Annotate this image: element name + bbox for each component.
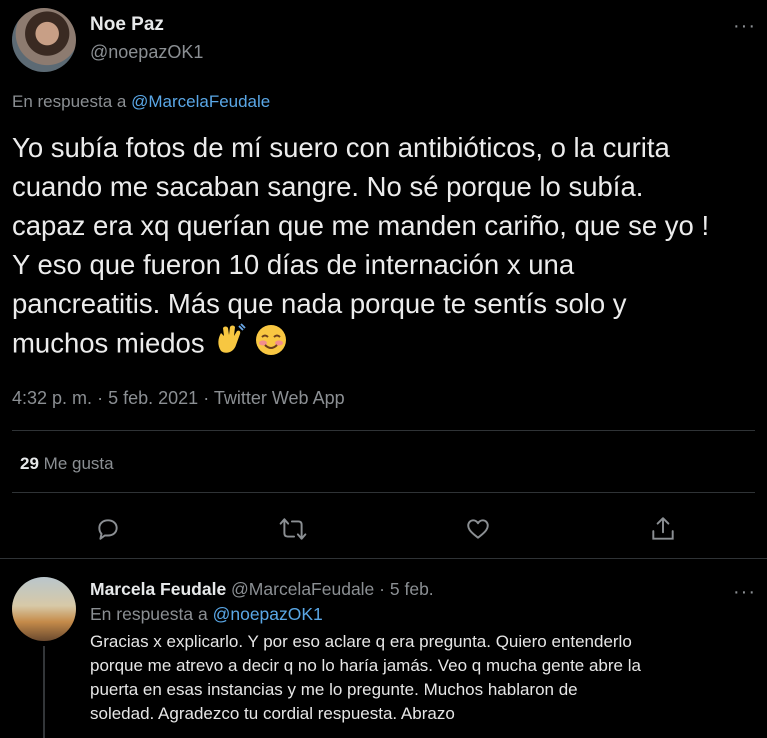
- avatar[interactable]: [12, 8, 76, 72]
- divider: [12, 430, 755, 431]
- replying-to-handle[interactable]: @noepazOK1: [213, 604, 323, 624]
- replying-to-label: En respuesta a: [12, 92, 127, 111]
- tweet-source[interactable]: Twitter Web App: [214, 388, 345, 408]
- tweet-text-line: Yo subía fotos de mí suero con antibióti…: [12, 132, 670, 163]
- author-handle[interactable]: @noepazOK1: [90, 42, 203, 63]
- divider: [0, 558, 767, 559]
- replying-to-handle[interactable]: @MarcelaFeudale: [131, 92, 270, 111]
- blushing-face-icon: [254, 323, 288, 367]
- tweet-meta: 4:32 p. m. · 5 feb. 2021 · Twitter Web A…: [12, 388, 345, 409]
- divider: [12, 492, 755, 493]
- reply-text-line: porque me atrevo a decir q no lo haría j…: [90, 656, 641, 675]
- tweet-text: Yo subía fotos de mí suero con antibióti…: [12, 128, 752, 367]
- likes-stat[interactable]: 29 Me gusta: [20, 454, 114, 474]
- meta-separator: ·: [379, 579, 385, 599]
- replying-to: En respuesta a @MarcelaFeudale: [12, 92, 270, 112]
- reply-text-line: soledad. Agradezco tu cordial respuesta.…: [90, 704, 455, 723]
- tweet-text-line: pancreatitis. Más que nada porque te sen…: [12, 288, 627, 319]
- reply-date[interactable]: 5 feb.: [390, 579, 434, 599]
- more-options-button[interactable]: ···: [733, 582, 756, 602]
- tweet-date[interactable]: 5 feb. 2021: [108, 388, 198, 408]
- tweet-time[interactable]: 4:32 p. m.: [12, 388, 92, 408]
- replying-to-label: En respuesta a: [90, 604, 208, 624]
- reply-text: Gracias x explicarlo. Y por eso aclare q…: [90, 630, 760, 726]
- waving-hand-icon: [212, 323, 246, 367]
- tweet-text-line: capaz era xq querían que me manden cariñ…: [12, 210, 710, 241]
- tweet-text-line-end: muchos miedos: [12, 327, 205, 359]
- meta-separator: ·: [203, 388, 210, 408]
- author-name[interactable]: Noe Paz: [90, 14, 164, 36]
- tweet-text-line: Y eso que fueron 10 días de internación …: [12, 249, 575, 280]
- tweet-text-line: muchos miedos: [12, 323, 752, 367]
- likes-label: Me gusta: [43, 454, 114, 473]
- likes-count: 29: [20, 454, 39, 473]
- retweet-icon[interactable]: [279, 516, 307, 542]
- reply-icon[interactable]: [95, 516, 121, 542]
- more-options-button[interactable]: ···: [733, 16, 756, 36]
- reply-header: Marcela Feudale @MarcelaFeudale · 5 feb.: [90, 579, 434, 600]
- reply-author-handle[interactable]: @MarcelaFeudale: [231, 579, 374, 599]
- replying-to: En respuesta a @noepazOK1: [90, 604, 323, 625]
- tweet-text-line: cuando me sacaban sangre. No sé porque l…: [12, 171, 644, 202]
- like-icon[interactable]: [465, 516, 491, 542]
- reply-author-name[interactable]: Marcela Feudale: [90, 579, 226, 599]
- thread-line: [43, 646, 45, 738]
- reply-text-line: puerta en esas instancias y me lo pregun…: [90, 680, 578, 699]
- avatar[interactable]: [12, 577, 76, 641]
- meta-separator: ·: [97, 388, 104, 408]
- reply-text-line: Gracias x explicarlo. Y por eso aclare q…: [90, 632, 632, 651]
- share-icon[interactable]: [650, 515, 676, 543]
